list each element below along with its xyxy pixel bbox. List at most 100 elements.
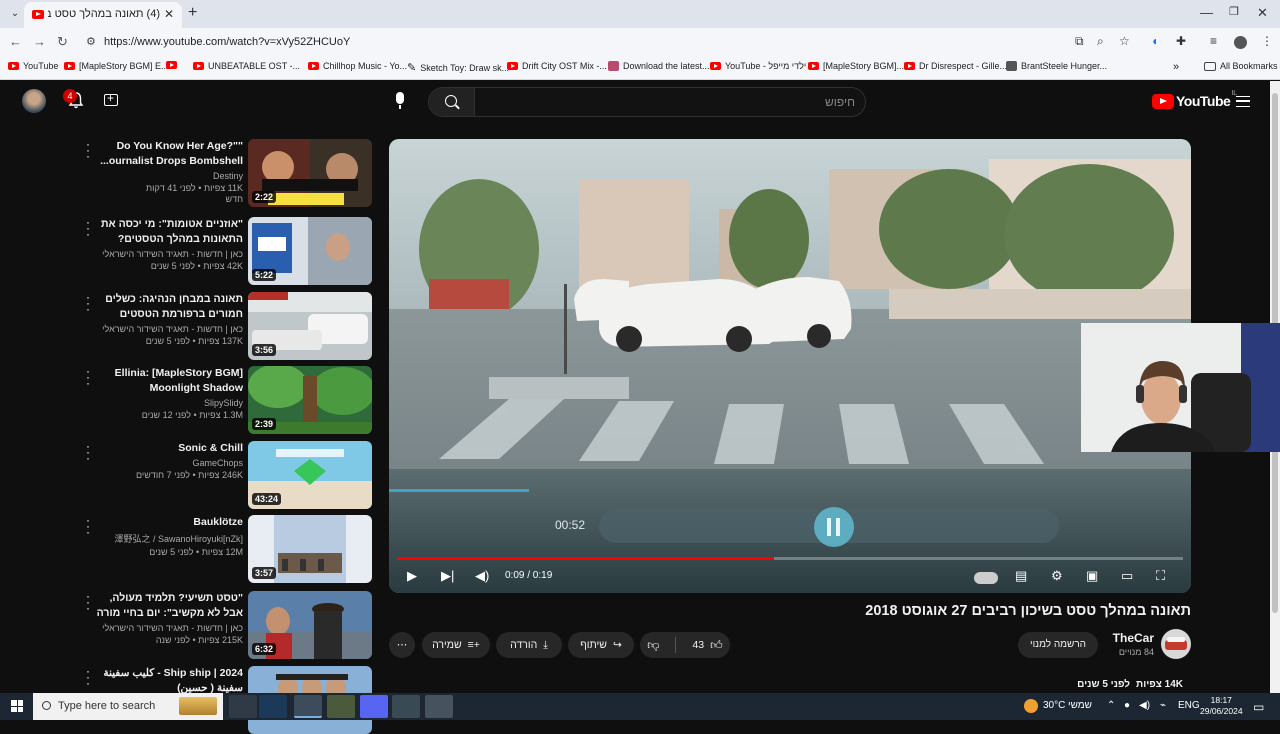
- bookmark-item[interactable]: UNBEATABLE OST -...: [193, 61, 300, 71]
- reading-list-icon[interactable]: ≡: [1210, 34, 1217, 48]
- minimize-icon[interactable]: —: [1200, 5, 1213, 20]
- autoplay-toggle[interactable]: [974, 572, 998, 584]
- extensions-icon[interactable]: ✚: [1176, 34, 1186, 48]
- subtitles-icon[interactable]: ▤: [1015, 568, 1027, 584]
- network-tray-icon[interactable]: ⌁: [1160, 700, 1166, 711]
- like-count[interactable]: 43: [692, 639, 704, 651]
- tab-search-chevron-icon[interactable]: ⌄: [6, 5, 24, 23]
- zoom-icon[interactable]: ⌕: [1097, 34, 1104, 49]
- create-video-icon[interactable]: [104, 91, 118, 106]
- game-app-icon[interactable]: [327, 695, 355, 718]
- obs-app-icon[interactable]: [229, 695, 257, 718]
- browser-menu-icon[interactable]: ⋮: [1261, 34, 1273, 48]
- share-button[interactable]: שיתוף ↪: [568, 632, 634, 658]
- play-icon[interactable]: ▶: [407, 568, 417, 584]
- bookmark-item[interactable]: ✎ Sketch Toy: Draw sk...: [407, 61, 509, 74]
- weather-label[interactable]: שמשי: [1068, 700, 1092, 711]
- taskbar-search[interactable]: Type here to search: [33, 693, 223, 720]
- settings-gear-icon[interactable]: ⚙: [1051, 568, 1063, 584]
- browser-tab[interactable]: (4) תאונה במהלך טסט בשיכון ר ✕: [24, 2, 182, 28]
- bookmark-item[interactable]: Drift City OST Mix -...: [507, 61, 607, 71]
- related-video-channel[interactable]: Destiny: [96, 171, 243, 181]
- related-video-item[interactable]: 3:57 · · · Bauklötze 澤野弘之 / SawanoHiroyuki[nZ…: [84, 514, 372, 583]
- restore-icon[interactable]: ❐: [1229, 5, 1239, 18]
- miniplayer-icon[interactable]: ▣: [1086, 568, 1098, 584]
- related-video-item[interactable]: 43:24 · · · Sonic & Chill GameChops 246K צפיות…: [84, 440, 372, 509]
- subscribe-button[interactable]: הרשמה למנוי: [1018, 632, 1098, 658]
- forward-icon[interactable]: →: [33, 34, 46, 49]
- reload-icon[interactable]: ↻: [57, 34, 68, 50]
- back-icon[interactable]: ←: [9, 34, 22, 49]
- related-video-thumbnail[interactable]: 2:22: [248, 139, 372, 207]
- youtube-logo[interactable]: YouTube IL: [1152, 90, 1237, 109]
- new-tab-icon[interactable]: +: [188, 4, 197, 22]
- bookmark-item[interactable]: BrantSteele Hunger...: [1006, 61, 1107, 71]
- cast-icon[interactable]: ⧉: [1075, 34, 1084, 49]
- bookmark-item[interactable]: Download the latest...: [608, 61, 710, 71]
- guide-menu-icon[interactable]: [1236, 96, 1250, 107]
- taskbar-clock[interactable]: 18:17 29/06/2024: [1200, 695, 1243, 717]
- more-options-icon[interactable]: · · ·: [84, 216, 92, 240]
- related-video-channel[interactable]: כאן | חדשות - תאגיד השידור הישראלי: [96, 324, 243, 334]
- bookmark-item[interactable]: Chillhop Music - Yo...: [308, 61, 407, 71]
- notifications-tray-icon[interactable]: ▭: [1253, 700, 1264, 714]
- weather-temp[interactable]: 30°C: [1043, 700, 1065, 711]
- all-bookmarks[interactable]: All Bookmarks: [1204, 61, 1278, 71]
- related-video-thumbnail[interactable]: 43:24: [248, 441, 372, 509]
- audio-playing-icon[interactable]: ◖: [1151, 34, 1158, 48]
- search-icon[interactable]: [429, 88, 475, 116]
- address-bar[interactable]: ⚙ https://www.youtube.com/watch?v=xVy52Z…: [78, 31, 1138, 53]
- discord-app-icon[interactable]: [360, 695, 388, 718]
- next-video-icon[interactable]: ▶|: [441, 568, 454, 584]
- video-player[interactable]: 00:52 ▶ ▶| ◀) 0:09 / 0:19 ▤ ⚙ ▣ ▭ ⛶: [389, 139, 1191, 593]
- more-options-icon[interactable]: · · ·: [84, 665, 92, 689]
- related-video-channel[interactable]: כאן | חדשות - תאגיד השידור הישראלי: [96, 249, 243, 259]
- related-video-title[interactable]: תאונה במבחן הנהיגה: כשלים חמורים ברפורמת…: [96, 292, 243, 322]
- user-avatar[interactable]: [22, 89, 46, 113]
- app-icon[interactable]: [425, 695, 453, 718]
- speaker-tray-icon[interactable]: ◀): [1139, 700, 1150, 711]
- related-video-title[interactable]: "אוזניים אטומות": מי יכסה את התאונות במה…: [96, 217, 243, 247]
- related-video-title[interactable]: "טסט תשיעי? תלמיד מעולה, אבל לא מקשיב": …: [96, 591, 243, 621]
- bookmark-item[interactable]: YouTube - ילדי מייפל: [710, 61, 806, 71]
- related-video-item[interactable]: 5:22 · · · "אוזניים אטומות": מי יכסה את התאו…: [84, 216, 372, 285]
- related-video-thumbnail[interactable]: 6:32: [248, 591, 372, 659]
- bookmark-star-icon[interactable]: ☆: [1119, 34, 1130, 48]
- related-video-title[interactable]: Do You Know Her Age?"" ...ournalist Drop…: [96, 139, 243, 169]
- related-video-channel[interactable]: SlipySlidy: [96, 398, 243, 408]
- more-options-icon[interactable]: · · ·: [84, 514, 92, 538]
- related-video-item[interactable]: 3:56 · · · תאונה במבחן הנהיגה: כשלים חמורים …: [84, 291, 372, 360]
- windows-start-icon[interactable]: [11, 700, 23, 712]
- related-video-title[interactable]: Sonic & Chill: [96, 441, 243, 456]
- site-info-icon[interactable]: ⚙: [86, 35, 96, 48]
- related-video-title[interactable]: Ship ship | 2024 - كليب سفينة سفينة ( حس…: [96, 666, 243, 696]
- channel-avatar[interactable]: [1161, 629, 1191, 659]
- bookmark-item[interactable]: Dr Disrespect - Gille...: [904, 61, 1007, 71]
- steam-app-icon[interactable]: [259, 695, 287, 718]
- more-options-icon[interactable]: · · ·: [84, 365, 92, 389]
- tray-overflow-icon[interactable]: ⌃: [1107, 700, 1115, 711]
- like-icon[interactable]: 👍︎: [710, 638, 723, 653]
- related-video-thumbnail[interactable]: 3:56: [248, 292, 372, 360]
- related-video-title[interactable]: Bauklötze: [96, 515, 243, 530]
- more-options-icon[interactable]: · · ·: [84, 440, 92, 464]
- more-actions-icon[interactable]: ⋯: [389, 632, 415, 658]
- channel-name[interactable]: TheCar: [1090, 631, 1154, 645]
- related-video-thumbnail[interactable]: 5:22: [248, 217, 372, 285]
- related-video-channel[interactable]: כאן | חדשות - תאגיד השידור הישראלי: [96, 623, 243, 633]
- progress-bar-fill[interactable]: [397, 557, 775, 560]
- related-video-item[interactable]: 2:39 · · · Ellinia: [MapleStory BGM] Moonlig…: [84, 365, 372, 434]
- language-indicator[interactable]: ENG: [1178, 700, 1200, 711]
- volume-icon[interactable]: ◀): [475, 568, 489, 584]
- related-video-thumbnail[interactable]: 2:39: [248, 366, 372, 434]
- tab-close-icon[interactable]: ✕: [164, 7, 174, 21]
- download-button[interactable]: הורדה ⤓: [496, 632, 562, 658]
- close-window-icon[interactable]: ✕: [1257, 5, 1268, 21]
- fullscreen-icon[interactable]: ⛶: [1156, 568, 1165, 584]
- more-options-icon[interactable]: · · ·: [84, 138, 92, 162]
- more-options-icon[interactable]: · · ·: [84, 291, 92, 315]
- related-video-channel[interactable]: GameChops: [96, 458, 243, 468]
- related-video-title[interactable]: Ellinia: [MapleStory BGM] Moonlight Shad…: [96, 366, 243, 396]
- related-video-item[interactable]: 6:32 · · · "טסט תשיעי? תלמיד מעולה, אבל לא מ…: [84, 590, 372, 659]
- related-video-channel[interactable]: 澤野弘之 / SawanoHiroyuki[nZk]: [96, 532, 243, 545]
